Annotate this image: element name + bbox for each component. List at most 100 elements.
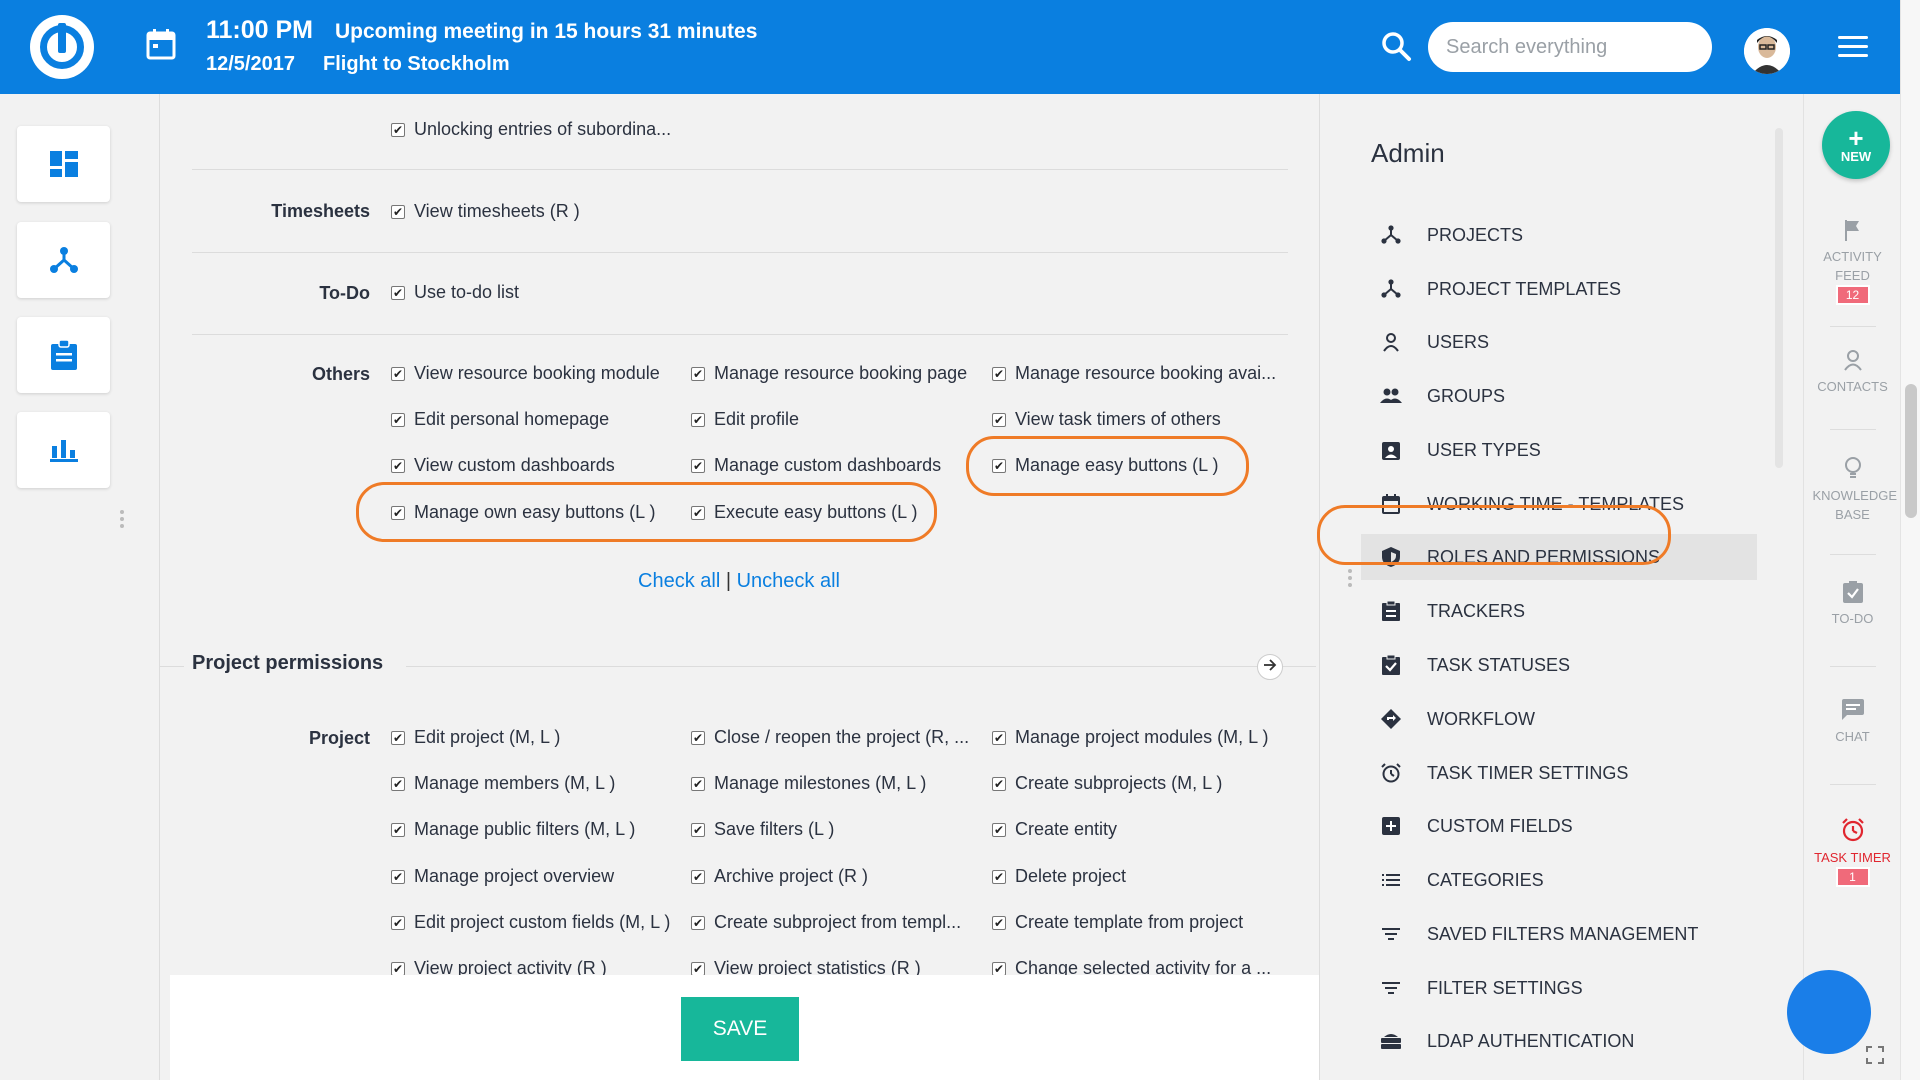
chat-button[interactable]: CHAT (1804, 699, 1901, 746)
permission-checkbox[interactable]: ✔ Edit project custom fields (M, L ) (391, 912, 670, 933)
permission-checkbox[interactable]: ✔ Unlocking entries of subordina... (391, 119, 671, 140)
permission-checkbox[interactable]: ✔ View custom dashboards (391, 455, 615, 476)
app-logo[interactable] (30, 15, 94, 79)
permission-checkbox[interactable]: ✔ Manage resource booking avai... (992, 363, 1276, 384)
scroll-thumb[interactable] (1905, 384, 1917, 518)
calendar-icon (1379, 494, 1403, 514)
admin-item-roles-and-permissions[interactable]: ROLES AND PERMISSIONS (1361, 534, 1757, 580)
permission-checkbox[interactable]: ✔ Delete project (992, 866, 1126, 887)
plus-icon: + (1848, 122, 1864, 153)
admin-item-working-time-templates[interactable]: WORKING TIME - TEMPLATES (1361, 481, 1757, 527)
admin-item-groups[interactable]: GROUPS (1361, 373, 1757, 419)
permission-checkbox[interactable]: ✔ Edit project (M, L ) (391, 727, 560, 748)
permission-checkbox[interactable]: ✔ View timesheets (R ) (391, 201, 580, 222)
permission-checkbox[interactable]: ✔ Edit personal homepage (391, 409, 609, 430)
permission-checkbox[interactable]: ✔ Manage members (M, L ) (391, 773, 615, 794)
dashboard-icon[interactable] (17, 126, 110, 202)
divider (1830, 554, 1876, 555)
scrollbar[interactable] (1775, 128, 1783, 468)
permission-checkbox[interactable]: ✔ Close / reopen the project (R, ... (691, 727, 969, 748)
permission-checkbox[interactable]: ✔ Manage custom dashboards (691, 455, 941, 476)
permission-checkbox[interactable]: ✔ Create subproject from templ... (691, 912, 961, 933)
admin-item-saved-filters-management[interactable]: SAVED FILTERS MANAGEMENT (1361, 911, 1757, 957)
permission-checkbox[interactable]: ✔ Manage own easy buttons (L ) (391, 502, 655, 523)
chat-fab-button[interactable] (1787, 970, 1871, 1054)
admin-item-user-types[interactable]: USER TYPES (1361, 427, 1757, 473)
admin-item-workflow[interactable]: WORKFLOW (1361, 696, 1757, 742)
admin-item-categories[interactable]: CATEGORIES (1361, 857, 1757, 903)
avatar[interactable] (1744, 28, 1790, 74)
admin-item-project-templates[interactable]: PROJECT TEMPLATES (1361, 266, 1757, 312)
permission-checkbox[interactable]: ✔ Create template from project (992, 912, 1243, 933)
upcoming-event[interactable]: Flight to Stockholm (323, 53, 510, 76)
knowledge-base-button[interactable]: KNOWLEDGE BASE (1804, 456, 1901, 524)
scrollbar[interactable] (1900, 0, 1920, 1080)
admin-item-users[interactable]: USERS (1361, 319, 1757, 365)
uncheck-all-link[interactable]: Uncheck all (737, 570, 840, 592)
task-timer-button[interactable]: TASK TIMER 1 (1804, 818, 1901, 887)
permission-checkbox[interactable]: ✔ Save filters (L ) (691, 819, 834, 840)
top-bar: 11:00 PM Upcoming meeting in 15 hours 31… (0, 0, 1900, 94)
badge-icon (1379, 440, 1403, 460)
check-all-link[interactable]: Check all (638, 570, 720, 592)
permission-checkbox[interactable]: ✔ Execute easy buttons (L ) (691, 502, 917, 523)
permission-checkbox[interactable]: ✔ Create entity (992, 819, 1117, 840)
resize-handle[interactable] (1348, 569, 1352, 590)
admin-item-task-timer-settings[interactable]: TASK TIMER SETTINGS (1361, 750, 1757, 796)
todo-button[interactable]: TO-DO (1804, 581, 1901, 628)
admin-item-task-statuses[interactable]: TASK STATUSES (1361, 642, 1757, 688)
divider (1830, 666, 1876, 667)
admin-item-projects[interactable]: PROJECTS (1361, 212, 1757, 258)
permission-checkbox[interactable]: ✔ Archive project (R ) (691, 866, 868, 887)
admin-item-custom-fields[interactable]: CUSTOM FIELDS (1361, 803, 1757, 849)
arrow-right-icon (1263, 658, 1277, 676)
contacts-button[interactable]: CONTACTS (1804, 349, 1901, 396)
expand-icon[interactable] (1866, 1046, 1884, 1069)
plus-box-icon (1379, 817, 1403, 835)
alarm-icon (1804, 818, 1901, 842)
tasks-icon[interactable] (17, 317, 110, 393)
divider (1830, 784, 1876, 785)
chat-icon (1804, 699, 1901, 721)
workflow-icon (1379, 709, 1403, 729)
link-separator: | (725, 570, 732, 592)
divider (192, 252, 1288, 253)
admin-item-trackers[interactable]: TRACKERS (1361, 588, 1757, 634)
upcoming-meeting[interactable]: Upcoming meeting in 15 hours 31 minutes (335, 20, 757, 44)
project-tree-icon (1379, 225, 1403, 245)
reports-icon[interactable] (17, 412, 110, 488)
permission-checkbox[interactable]: ✔ View resource booking module (391, 363, 660, 384)
permission-checkbox[interactable]: ✔ Use to-do list (391, 282, 519, 303)
server-icon (1379, 1032, 1403, 1050)
menu-icon[interactable] (1838, 36, 1868, 58)
permission-checkbox[interactable]: ✔ Manage easy buttons (L ) (992, 455, 1218, 476)
filter-icon (1379, 927, 1403, 941)
alarm-icon (1379, 763, 1403, 783)
admin-item-filter-settings[interactable]: FILTER SETTINGS (1361, 965, 1757, 1011)
section-title: Project permissions (192, 652, 384, 674)
group-label-timesheets: Timesheets (271, 201, 370, 221)
admin-item-ldap-authentication[interactable]: LDAP AUTHENTICATION (1361, 1018, 1757, 1064)
search-icon[interactable] (1380, 30, 1412, 67)
save-button[interactable]: SAVE (681, 997, 799, 1061)
group-label-project: Project (308, 728, 370, 748)
permission-checkbox[interactable]: ✔ Manage project overview (391, 866, 614, 887)
permissions-form: ✔ Unlocking entries of subordina... Times… (160, 94, 1320, 1080)
flag-icon (1804, 219, 1901, 241)
permission-checkbox[interactable]: ✔ Edit profile (691, 409, 799, 430)
divider (192, 334, 1288, 335)
new-button[interactable]: + NEW (1822, 111, 1890, 179)
permission-checkbox[interactable]: ✔ Manage milestones (M, L ) (691, 773, 926, 794)
permission-checkbox[interactable]: ✔ Manage public filters (M, L ) (391, 819, 635, 840)
resize-handle[interactable] (120, 510, 124, 531)
permission-checkbox[interactable]: ✔ Manage project modules (M, L ) (992, 727, 1268, 748)
calendar-icon[interactable] (146, 28, 176, 65)
projects-icon[interactable] (17, 222, 110, 298)
permission-checkbox[interactable]: ✔ Create subprojects (M, L ) (992, 773, 1222, 794)
search-input[interactable] (1428, 22, 1712, 72)
activity-feed-button[interactable]: ACTIVITY FEED 12 (1804, 219, 1901, 305)
lightbulb-icon (1804, 456, 1901, 480)
permission-checkbox[interactable]: ✔ View task timers of others (992, 409, 1221, 430)
permission-checkbox[interactable]: ✔ Manage resource booking page (691, 363, 967, 384)
collapse-button[interactable] (1257, 654, 1283, 680)
